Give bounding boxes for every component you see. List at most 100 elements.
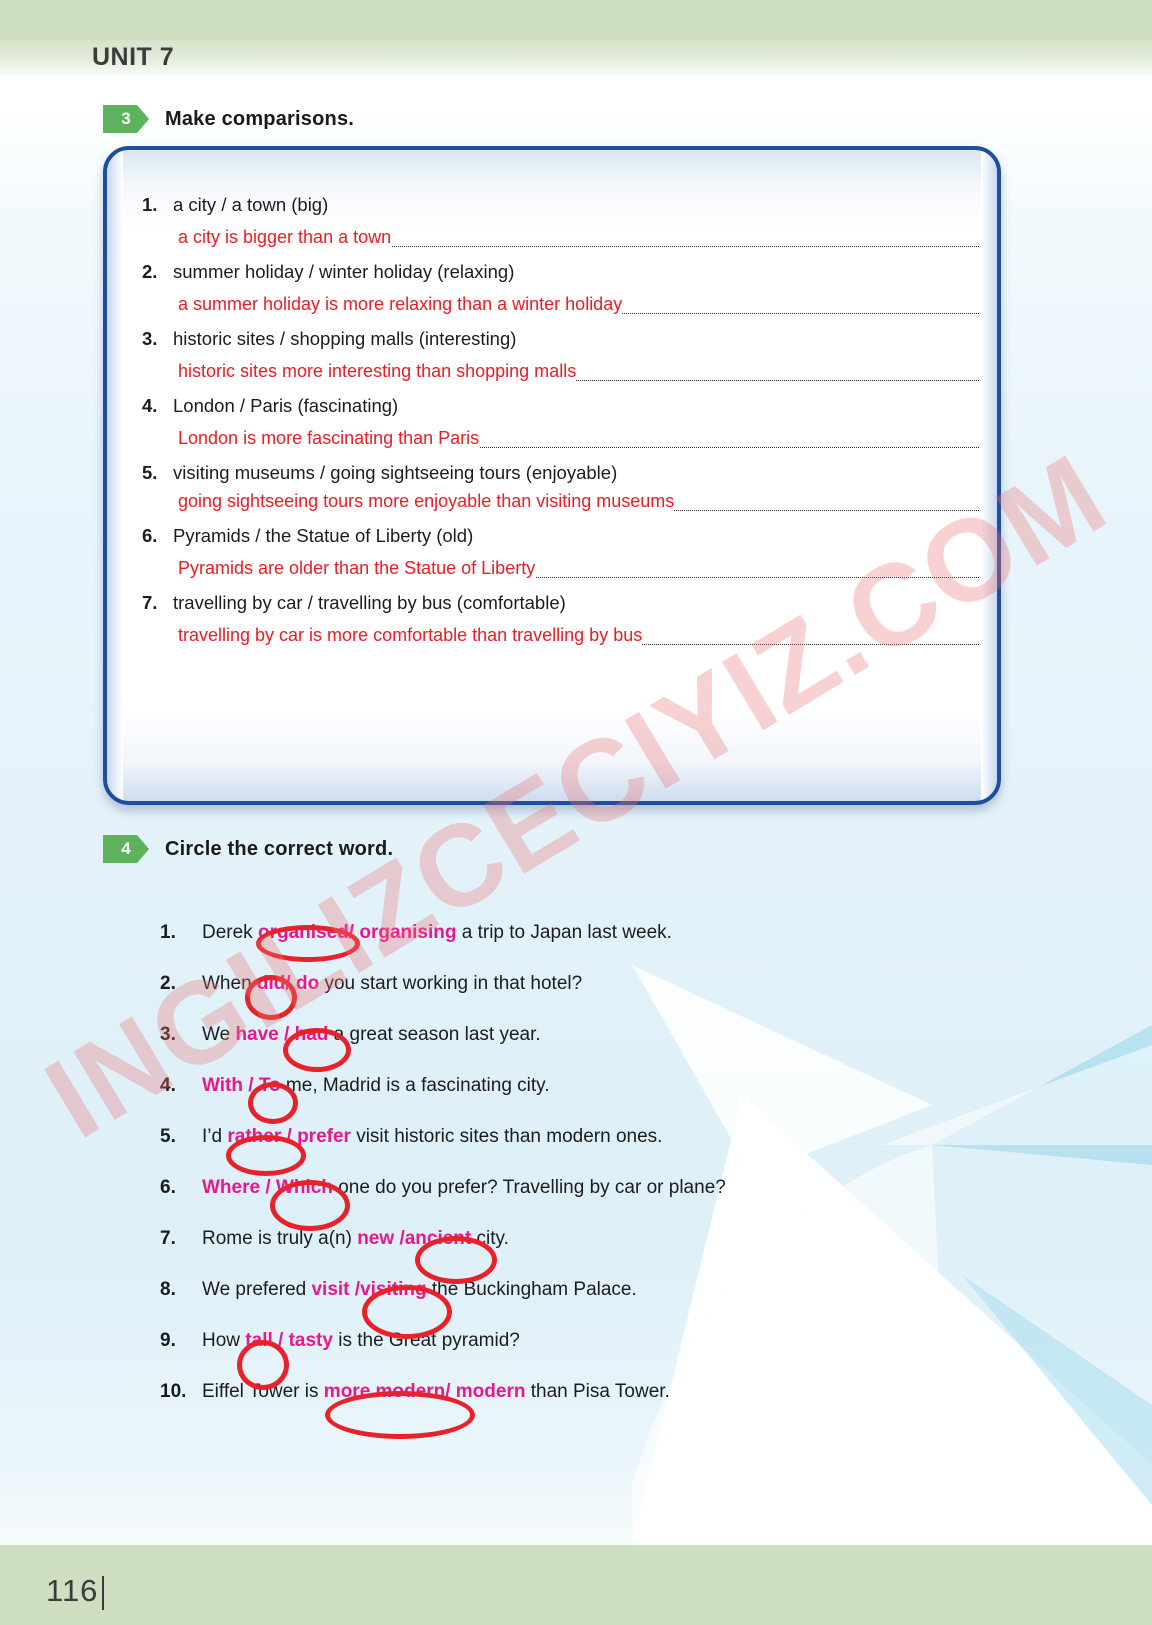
choice-sentence: We prefered visit /visiting the Buckingh… <box>202 1279 637 1301</box>
answer-text: a summer holiday is more relaxing than a… <box>175 294 623 315</box>
choice-option-b[interactable]: Which <box>276 1177 333 1198</box>
choice-option-b[interactable]: had <box>295 1024 329 1045</box>
answer-line[interactable]: Pyramids are older than the Statue of Li… <box>175 552 995 579</box>
choice-option-b[interactable]: To <box>259 1075 281 1096</box>
page-number-text: 116 <box>46 1573 99 1608</box>
exercise-3-answer-box: 1. a city / a town (big) a city is bigge… <box>103 146 1001 805</box>
question-text: London / Paris (fascinating) <box>173 395 399 416</box>
answer-line[interactable]: a summer holiday is more relaxing than a… <box>175 288 995 315</box>
answer-line[interactable]: London is more fascinating than Paris . <box>175 422 995 449</box>
choice-post-text: is the Great pyramid? <box>332 1330 520 1351</box>
choice-pre-text: We <box>202 1024 236 1045</box>
choice-pre-text: How <box>202 1330 246 1351</box>
page-title: UNIT 7 <box>92 43 175 71</box>
choice-pre-text: We prefered <box>202 1279 312 1300</box>
choice-number: 2. <box>160 973 176 994</box>
choice-option-b[interactable]: tasty <box>289 1330 333 1351</box>
choice-number: 3. <box>160 1024 176 1045</box>
answer-period: . <box>989 626 995 646</box>
choice-pre-text: Rome is truly a(n) <box>202 1228 358 1249</box>
question-prompt-row: 1. a city / a town (big) <box>137 194 979 216</box>
choice-separator: / <box>248 1075 254 1096</box>
question-prompt-row: 7. travelling by car / travelling by bus… <box>137 592 979 614</box>
question-item: 4. London / Paris (fascinating) London i… <box>137 395 995 449</box>
answer-line[interactable]: a city is bigger than a town . <box>175 221 995 248</box>
choice-option-a[interactable]: Where <box>202 1177 260 1198</box>
choice-number: 1. <box>160 922 176 943</box>
answer-period: . <box>989 429 995 449</box>
question-number: 2. <box>142 261 158 282</box>
answer-text: London is more fascinating than Paris <box>175 428 480 449</box>
choice-option-a[interactable]: did <box>257 973 286 994</box>
choice-option-a[interactable]: organised <box>258 922 349 943</box>
choice-post-text: one do you prefer? Travelling by car or … <box>332 1177 726 1198</box>
answer-text: going sightseeing tours more enjoyable t… <box>175 491 675 512</box>
choice-post-text: city. <box>476 1228 509 1249</box>
choice-number: 9. <box>160 1330 176 1351</box>
choice-option-b[interactable]: ancient <box>405 1228 472 1249</box>
choice-item: 4. With / To me, Madrid is a fascinating… <box>160 1075 1040 1097</box>
question-item: 5. visiting museums / going sightseeing … <box>137 462 995 512</box>
choice-item: 3. We have / had a great season last yea… <box>160 1024 1040 1046</box>
choice-post-text: you start working in that hotel? <box>319 973 583 994</box>
choice-post-text: the Buckingham Palace. <box>426 1279 637 1300</box>
question-prompt-row: 5. visiting museums / going sightseeing … <box>137 462 979 484</box>
choice-item: 10. Eiffel Tower is more modern/ modern … <box>160 1381 1040 1403</box>
exercise-3-number-badge: 3 <box>103 105 149 133</box>
answer-period: . <box>989 559 995 579</box>
choice-option-b[interactable]: visiting <box>360 1279 427 1300</box>
answer-period: . <box>989 295 995 315</box>
question-text: summer holiday / winter holiday (relaxin… <box>173 261 515 282</box>
choice-number: 10. <box>160 1381 187 1402</box>
choice-option-a[interactable]: visit <box>311 1279 349 1300</box>
answer-text: historic sites more interesting than sho… <box>175 361 577 382</box>
exercise-4-heading: 4 Circle the correct word. <box>103 835 393 863</box>
choice-pre-text: I’d <box>202 1126 228 1147</box>
answer-line[interactable]: historic sites more interesting than sho… <box>175 355 995 382</box>
exercise-4-question-list: 1. Derek organised/ organising a trip to… <box>160 922 1040 1432</box>
question-number: 6. <box>142 525 158 546</box>
answer-line[interactable]: going sightseeing tours more enjoyable t… <box>175 485 995 512</box>
choice-option-a[interactable]: rather <box>227 1126 281 1147</box>
question-item: 2. summer holiday / winter holiday (rela… <box>137 261 995 315</box>
choice-option-b[interactable]: prefer <box>297 1126 351 1147</box>
choice-item: 6. Where / Which one do you prefer? Trav… <box>160 1177 1040 1199</box>
choice-option-a[interactable]: more modern <box>324 1381 445 1402</box>
choice-sentence: We have / had a great season last year. <box>202 1024 541 1046</box>
question-prompt-row: 2. summer holiday / winter holiday (rela… <box>137 261 979 283</box>
question-number: 7. <box>142 592 158 613</box>
choice-sentence: Where / Which one do you prefer? Travell… <box>202 1177 726 1199</box>
choice-option-a[interactable]: tall <box>245 1330 272 1351</box>
choice-post-text: me, Madrid is a fascinating city. <box>280 1075 550 1096</box>
choice-option-a[interactable]: With <box>202 1075 243 1096</box>
choice-separator: / <box>285 973 291 994</box>
choice-number: 5. <box>160 1126 176 1147</box>
choice-option-a[interactable]: have <box>235 1024 278 1045</box>
choice-option-b[interactable]: do <box>296 973 319 994</box>
exercise-4-number-badge: 4 <box>103 835 149 863</box>
choice-option-a[interactable]: new <box>357 1228 394 1249</box>
choice-pre-text: Derek <box>202 922 258 943</box>
choice-option-b[interactable]: organising <box>359 922 456 943</box>
question-number: 4. <box>142 395 158 416</box>
answer-text: Pyramids are older than the Statue of Li… <box>175 558 536 579</box>
choice-item: 9. How tall / tasty is the Great pyramid… <box>160 1330 1040 1352</box>
question-text: visiting museums / going sightseeing tou… <box>173 462 618 483</box>
question-text: a city / a town (big) <box>173 194 329 215</box>
choice-number: 7. <box>160 1228 176 1249</box>
choice-separator: / <box>278 1330 284 1351</box>
choice-post-text: than Pisa Tower. <box>525 1381 670 1402</box>
answer-line[interactable]: travelling by car is more comfortable th… <box>175 619 995 646</box>
choice-sentence: With / To me, Madrid is a fascinating ci… <box>202 1075 550 1097</box>
choice-separator: / <box>445 1381 451 1402</box>
header-band <box>0 0 1152 40</box>
choice-separator: / <box>286 1126 292 1147</box>
answer-period: . <box>989 228 995 248</box>
question-item: 6. Pyramids / the Statue of Liberty (old… <box>137 525 995 579</box>
choice-separator: / <box>265 1177 271 1198</box>
choice-number: 6. <box>160 1177 176 1198</box>
choice-option-b[interactable]: modern <box>456 1381 526 1402</box>
worksheet-page: UNIT 7 INGILIZCECIYIZ.COM 3 Make compari… <box>0 0 1152 1625</box>
choice-item: 2. When did/ do you start working in tha… <box>160 973 1040 995</box>
choice-number: 8. <box>160 1279 176 1300</box>
